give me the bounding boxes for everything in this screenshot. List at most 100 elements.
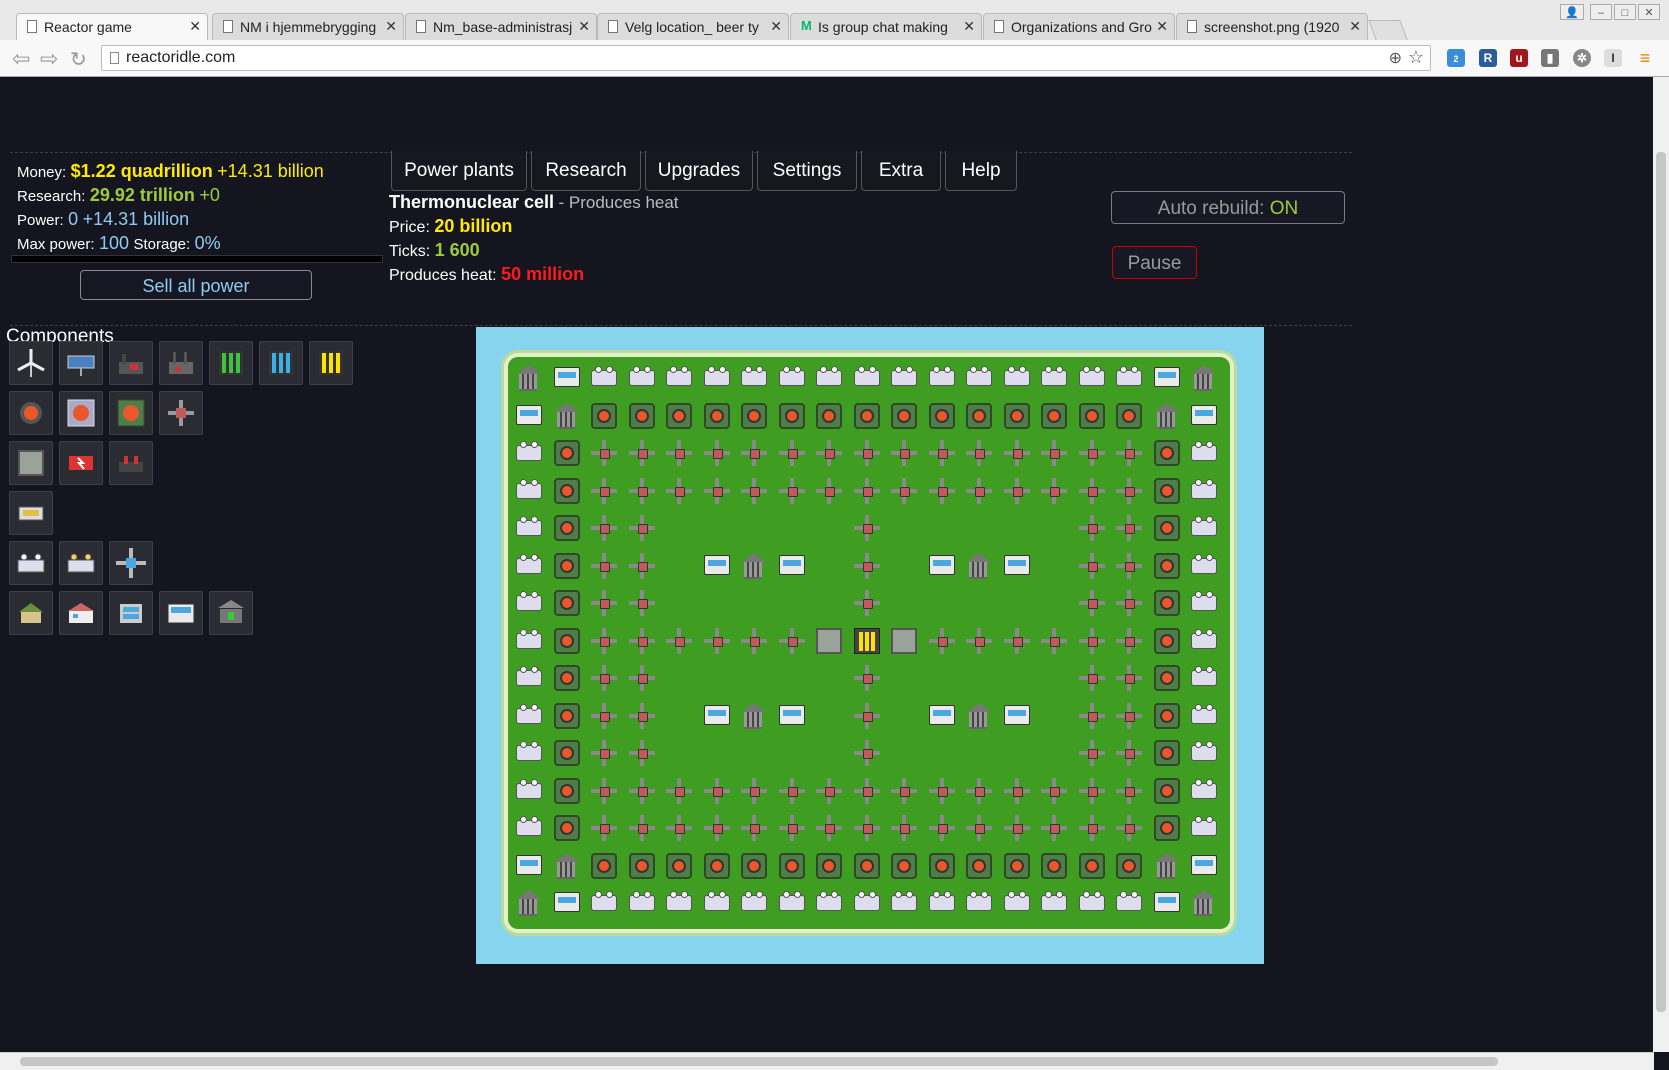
reactor-cell-cap[interactable] (775, 886, 811, 922)
reactor-cell-pipe[interactable] (1075, 511, 1111, 547)
reactor-cell-cap[interactable] (1187, 699, 1223, 735)
extension-ghost-icon[interactable]: 2 (1447, 49, 1465, 67)
tab-power-plants[interactable]: Power plants (391, 151, 527, 191)
zoom-icon[interactable]: ⊕ (1389, 48, 1402, 68)
reactor-cell-cap[interactable] (887, 886, 923, 922)
reactor-cell-cap[interactable] (737, 886, 773, 922)
reactor-cell-pipe[interactable] (625, 474, 661, 510)
address-bar[interactable]: reactoridle.com ⊕ ☆ (101, 45, 1431, 71)
reactor-cell-vent[interactable] (887, 399, 923, 435)
reactor-cell-pipe[interactable] (887, 436, 923, 472)
forward-icon[interactable]: ⇨ (40, 46, 58, 72)
reactor-cell-pipe[interactable] (1075, 736, 1111, 772)
browser-tab[interactable]: Reactor game ✕ (16, 13, 208, 41)
reactor-cell-pipe[interactable] (887, 774, 923, 810)
reactor-cell-cap[interactable] (587, 886, 623, 922)
reactor-cell-vent[interactable] (850, 849, 886, 885)
tab-close-icon[interactable]: ✕ (770, 18, 782, 35)
reactor-cell-vent[interactable] (737, 849, 773, 885)
reactor-cell-pipe[interactable] (700, 474, 736, 510)
reactor-cell-cap[interactable] (1037, 361, 1073, 397)
reactor-cell-vent[interactable] (1150, 586, 1186, 622)
reactor-cell-cap[interactable] (887, 361, 923, 397)
reactor-cell-vent[interactable] (587, 849, 623, 885)
reactor-cell-pipe[interactable] (662, 624, 698, 660)
minimize-button[interactable]: – (1590, 4, 1612, 20)
reactor-cell-cap[interactable] (512, 661, 548, 697)
component-button[interactable] (259, 341, 303, 385)
reactor-cell-pipe[interactable] (850, 661, 886, 697)
reactor-cell-vent[interactable] (850, 399, 886, 435)
reactor-cell-vent[interactable] (550, 661, 586, 697)
component-button[interactable] (59, 391, 103, 435)
reactor-cell-bank[interactable] (512, 886, 548, 922)
reactor-cell-cap[interactable] (1000, 361, 1036, 397)
reactor-cell-vent[interactable] (1075, 399, 1111, 435)
reactor-cell-pipe[interactable] (850, 736, 886, 772)
extension-i-icon[interactable]: I (1604, 49, 1622, 67)
component-button[interactable] (9, 341, 53, 385)
reactor-cell-pipe[interactable] (925, 624, 961, 660)
tab-close-icon[interactable]: ✕ (1156, 18, 1168, 35)
reactor-cell-cap[interactable] (512, 436, 548, 472)
reactor-cell-pipe[interactable] (1112, 699, 1148, 735)
reactor-cell-vent[interactable] (1112, 399, 1148, 435)
reactor-cell-pipe[interactable] (737, 436, 773, 472)
reactor-cell-vent[interactable] (1150, 511, 1186, 547)
reactor-cell-cap[interactable] (1037, 886, 1073, 922)
reactor-cell-pipe[interactable] (1075, 549, 1111, 585)
reactor-cell-pipe[interactable] (737, 774, 773, 810)
reactor-cell-cap[interactable] (512, 624, 548, 660)
profile-icon[interactable]: 👤 (1560, 4, 1584, 20)
reactor-cell-pipe[interactable] (1075, 811, 1111, 847)
reactor-cell-pipe[interactable] (587, 549, 623, 585)
tab-close-icon[interactable]: ✕ (1349, 18, 1361, 35)
component-button[interactable] (109, 541, 153, 585)
reactor-cell-cap[interactable] (700, 361, 736, 397)
reactor-cell-pipe[interactable] (812, 774, 848, 810)
maximize-button[interactable]: □ (1614, 4, 1636, 20)
reactor-cell-pipe[interactable] (625, 736, 661, 772)
reactor-cell-cap[interactable] (962, 886, 998, 922)
ublock-icon[interactable]: u (1510, 49, 1528, 67)
reactor-cell-vent[interactable] (550, 811, 586, 847)
reactor-cell-bank[interactable] (962, 549, 998, 585)
reactor-cell-pipe[interactable] (1075, 474, 1111, 510)
tab-close-icon[interactable]: ✕ (189, 18, 201, 35)
reactor-cell-vent[interactable] (1000, 849, 1036, 885)
reactor-cell-cap[interactable] (625, 361, 661, 397)
reactor-cell-bank[interactable] (737, 699, 773, 735)
reactor-cell-house[interactable] (512, 399, 548, 435)
reactor-cell-pipe[interactable] (700, 811, 736, 847)
reactor-cell-vent[interactable] (550, 549, 586, 585)
extension-gray-icon[interactable]: ▮ (1541, 49, 1559, 67)
reactor-cell-pipe[interactable] (587, 474, 623, 510)
reactor-cell-vent[interactable] (550, 511, 586, 547)
reactor-cell-bank[interactable] (512, 361, 548, 397)
reactor-cell-vent[interactable] (700, 399, 736, 435)
reactor-cell-bank[interactable] (1187, 886, 1223, 922)
reactor-cell-pipe[interactable] (1075, 699, 1111, 735)
reactor-cell-house[interactable] (1187, 849, 1223, 885)
reactor-cell-cap[interactable] (925, 361, 961, 397)
reactor-cell-pipe[interactable] (850, 436, 886, 472)
component-button[interactable] (159, 391, 203, 435)
reactor-cell-vent[interactable] (1150, 624, 1186, 660)
reactor-cell-vent[interactable] (1037, 849, 1073, 885)
component-button[interactable] (159, 591, 203, 635)
reactor-cell-vent[interactable] (1150, 436, 1186, 472)
reactor-cell-cap[interactable] (1187, 511, 1223, 547)
reactor-cell-pipe[interactable] (1112, 624, 1148, 660)
component-button[interactable] (159, 341, 203, 385)
reactor-cell-cap[interactable] (1000, 886, 1036, 922)
reactor-cell-pipe[interactable] (587, 699, 623, 735)
browser-tab[interactable]: Velg location_ beer ty ✕ (597, 13, 789, 40)
vertical-scrollbar[interactable] (1653, 77, 1669, 1052)
browser-tab[interactable]: Organizations and Gro ✕ (983, 13, 1175, 40)
reactor-cell-cap[interactable] (1187, 774, 1223, 810)
reactor-cell-bank[interactable] (962, 699, 998, 735)
reactor-cell-cap[interactable] (512, 774, 548, 810)
reactor-cell-cap[interactable] (512, 474, 548, 510)
reactor-cell-pipe[interactable] (850, 586, 886, 622)
auto-rebuild-button[interactable]: Auto rebuild: ON (1111, 191, 1345, 224)
